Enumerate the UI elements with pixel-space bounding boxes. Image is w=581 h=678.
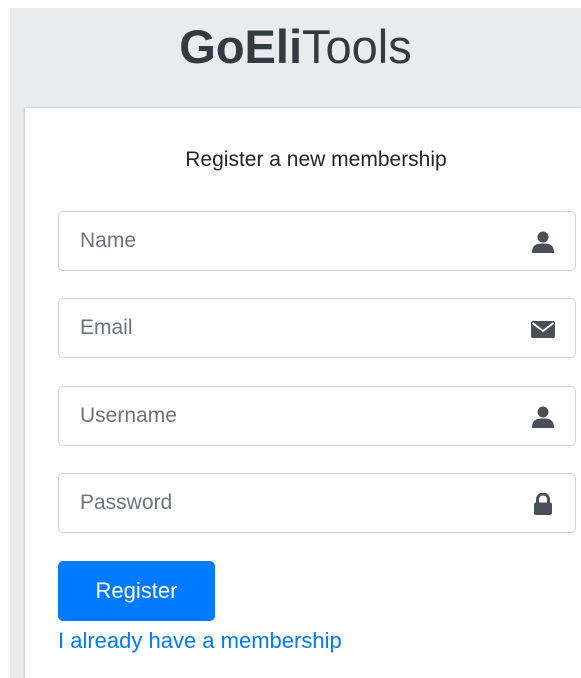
- register-card: Register a new membership Name Email Use…: [25, 108, 581, 678]
- username-input-group: [58, 386, 576, 446]
- password-input-group: [58, 473, 576, 533]
- register-page: GoEliTools Register a new membership Nam…: [0, 0, 581, 678]
- lock-icon: [534, 493, 552, 515]
- logo-light-text: Tools: [302, 20, 412, 73]
- email-input[interactable]: [59, 299, 509, 357]
- name-input-group: [58, 211, 576, 271]
- user-icon: [532, 231, 554, 253]
- envelope-icon: [531, 321, 555, 338]
- register-subtitle: Register a new membership: [185, 148, 447, 171]
- username-input[interactable]: [59, 387, 509, 445]
- user-icon: [532, 406, 554, 428]
- email-input-group: [58, 298, 576, 358]
- logo-bold-text: GoEli: [179, 20, 302, 73]
- name-input[interactable]: [59, 212, 509, 270]
- register-button[interactable]: Register: [58, 561, 215, 621]
- already-member-link[interactable]: I already have a membership: [58, 626, 342, 656]
- password-input[interactable]: [59, 474, 509, 532]
- app-logo[interactable]: GoEliTools: [10, 14, 581, 84]
